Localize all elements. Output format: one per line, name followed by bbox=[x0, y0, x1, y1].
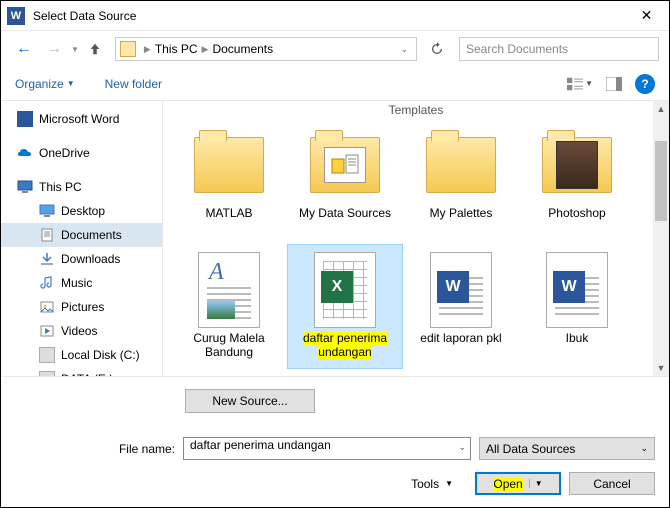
search-input[interactable]: Search Documents bbox=[459, 37, 659, 61]
scroll-up-icon[interactable]: ▲ bbox=[653, 101, 669, 117]
group-header: Templates bbox=[163, 101, 669, 119]
drive-icon bbox=[39, 347, 55, 363]
scrollbar[interactable]: ▲ ▼ bbox=[653, 101, 669, 376]
footer: New Source... File name: daftar penerima… bbox=[1, 376, 669, 507]
view-icon bbox=[567, 77, 583, 91]
dropdown-icon: ⌄ bbox=[640, 443, 648, 454]
breadcrumb-current[interactable]: Documents bbox=[212, 42, 273, 56]
filetype-select[interactable]: All Data Sources ⌄ bbox=[479, 437, 655, 460]
help-button[interactable]: ? bbox=[635, 74, 655, 94]
new-source-button[interactable]: New Source... bbox=[185, 389, 315, 413]
file-ibuk[interactable]: W Ibuk bbox=[519, 244, 635, 369]
folder-icon bbox=[194, 137, 264, 193]
history-dropdown-icon[interactable]: ▼ bbox=[71, 45, 79, 54]
preview-icon bbox=[606, 77, 622, 91]
scroll-thumb[interactable] bbox=[655, 141, 667, 221]
file-edit-laporan[interactable]: W edit laporan pkl bbox=[403, 244, 519, 369]
dialog-title: Select Data Source bbox=[33, 9, 624, 23]
file-curug-malela[interactable]: A Curug Malela Bandung bbox=[171, 244, 287, 369]
filename-input[interactable]: daftar penerima undangan ⌄ bbox=[183, 437, 471, 460]
file-partial-2[interactable] bbox=[287, 369, 403, 376]
folder-matlab[interactable]: MATLAB bbox=[171, 119, 287, 244]
videos-icon bbox=[39, 323, 55, 339]
sidebar-item-thispc[interactable]: This PC bbox=[1, 175, 162, 199]
excel-document-icon: X bbox=[314, 252, 376, 328]
pc-icon bbox=[17, 179, 33, 195]
breadcrumb-root[interactable]: This PC bbox=[155, 42, 198, 56]
sidebar-item-music[interactable]: Music bbox=[1, 271, 162, 295]
document-icon: A bbox=[198, 252, 260, 328]
close-button[interactable]: ✕ bbox=[624, 1, 669, 30]
new-folder-button[interactable]: New folder bbox=[105, 77, 162, 91]
word-app-icon: W bbox=[7, 7, 25, 25]
sidebar-item-pictures[interactable]: Pictures bbox=[1, 295, 162, 319]
folder-icon bbox=[310, 137, 380, 193]
filename-label: File name: bbox=[15, 442, 175, 456]
folder-icon bbox=[542, 137, 612, 193]
toolbar: Organize ▼ New folder ▼ ? bbox=[1, 67, 669, 101]
forward-button[interactable]: → bbox=[41, 36, 67, 62]
datasource-badge-icon bbox=[324, 147, 366, 183]
photo-thumbnail-icon bbox=[556, 141, 598, 189]
caret-down-icon: ▼ bbox=[529, 479, 543, 488]
open-button[interactable]: Open ▼ bbox=[475, 472, 561, 495]
refresh-icon bbox=[430, 42, 444, 56]
folder-my-data-sources[interactable]: My Data Sources bbox=[287, 119, 403, 244]
preview-pane-button[interactable] bbox=[601, 73, 627, 95]
navigation-sidebar: Microsoft Word OneDrive This PC Desktop … bbox=[1, 101, 163, 376]
drive-icon bbox=[39, 371, 55, 376]
word-document-icon: W bbox=[546, 252, 608, 328]
titlebar: W Select Data Source ✕ bbox=[1, 1, 669, 31]
file-partial-1[interactable] bbox=[171, 369, 287, 376]
back-button[interactable]: ← bbox=[11, 36, 37, 62]
cancel-button[interactable]: Cancel bbox=[569, 472, 655, 495]
file-list-area: Templates MATLAB My Data Sources My Pale… bbox=[163, 101, 669, 376]
body-area: Microsoft Word OneDrive This PC Desktop … bbox=[1, 101, 669, 376]
word-icon bbox=[17, 111, 33, 127]
folder-icon bbox=[120, 41, 136, 57]
downloads-icon bbox=[39, 251, 55, 267]
documents-icon bbox=[39, 227, 55, 243]
tools-menu[interactable]: Tools ▼ bbox=[411, 477, 453, 491]
scroll-down-icon[interactable]: ▼ bbox=[653, 360, 669, 376]
nav-bar: ← → ▼ ▶ This PC ▶ Documents ⌄ Search Doc… bbox=[1, 31, 669, 67]
file-partial-4[interactable] bbox=[519, 369, 635, 376]
organize-menu[interactable]: Organize ▼ bbox=[15, 77, 75, 91]
pictures-icon bbox=[39, 299, 55, 315]
folder-icon bbox=[426, 137, 496, 193]
refresh-button[interactable] bbox=[425, 37, 449, 61]
chevron-right-icon: ▶ bbox=[144, 44, 151, 55]
address-bar[interactable]: ▶ This PC ▶ Documents ⌄ bbox=[115, 37, 417, 61]
file-daftar-penerima[interactable]: X daftar penerima undangan bbox=[287, 244, 403, 369]
caret-down-icon: ▼ bbox=[585, 79, 593, 88]
sidebar-item-desktop[interactable]: Desktop bbox=[1, 199, 162, 223]
chevron-right-icon: ▶ bbox=[202, 44, 209, 55]
address-dropdown-icon[interactable]: ⌄ bbox=[396, 44, 412, 55]
up-arrow-icon bbox=[88, 42, 102, 56]
view-options-button[interactable]: ▼ bbox=[567, 73, 593, 95]
dropdown-icon[interactable]: ⌄ bbox=[458, 442, 466, 453]
caret-down-icon: ▼ bbox=[445, 479, 453, 488]
folder-my-palettes[interactable]: My Palettes bbox=[403, 119, 519, 244]
caret-down-icon: ▼ bbox=[67, 79, 75, 88]
desktop-icon bbox=[39, 203, 55, 219]
onedrive-icon bbox=[17, 145, 33, 161]
up-button[interactable] bbox=[83, 37, 107, 61]
sidebar-item-data-drive[interactable]: DATA (E:) bbox=[1, 367, 162, 376]
word-document-icon: W bbox=[430, 252, 492, 328]
dialog-window: W Select Data Source ✕ ← → ▼ ▶ This PC ▶… bbox=[0, 0, 670, 508]
sidebar-item-downloads[interactable]: Downloads bbox=[1, 247, 162, 271]
sidebar-item-onedrive[interactable]: OneDrive bbox=[1, 141, 162, 165]
sidebar-item-videos[interactable]: Videos bbox=[1, 319, 162, 343]
sidebar-item-local-disk[interactable]: Local Disk (C:) bbox=[1, 343, 162, 367]
sidebar-item-word[interactable]: Microsoft Word bbox=[1, 107, 162, 131]
folder-photoshop[interactable]: Photoshop bbox=[519, 119, 635, 244]
file-grid: MATLAB My Data Sources My Palettes Photo… bbox=[163, 119, 669, 376]
sidebar-item-documents[interactable]: Documents bbox=[1, 223, 162, 247]
file-partial-3[interactable] bbox=[403, 369, 519, 376]
music-icon bbox=[39, 275, 55, 291]
